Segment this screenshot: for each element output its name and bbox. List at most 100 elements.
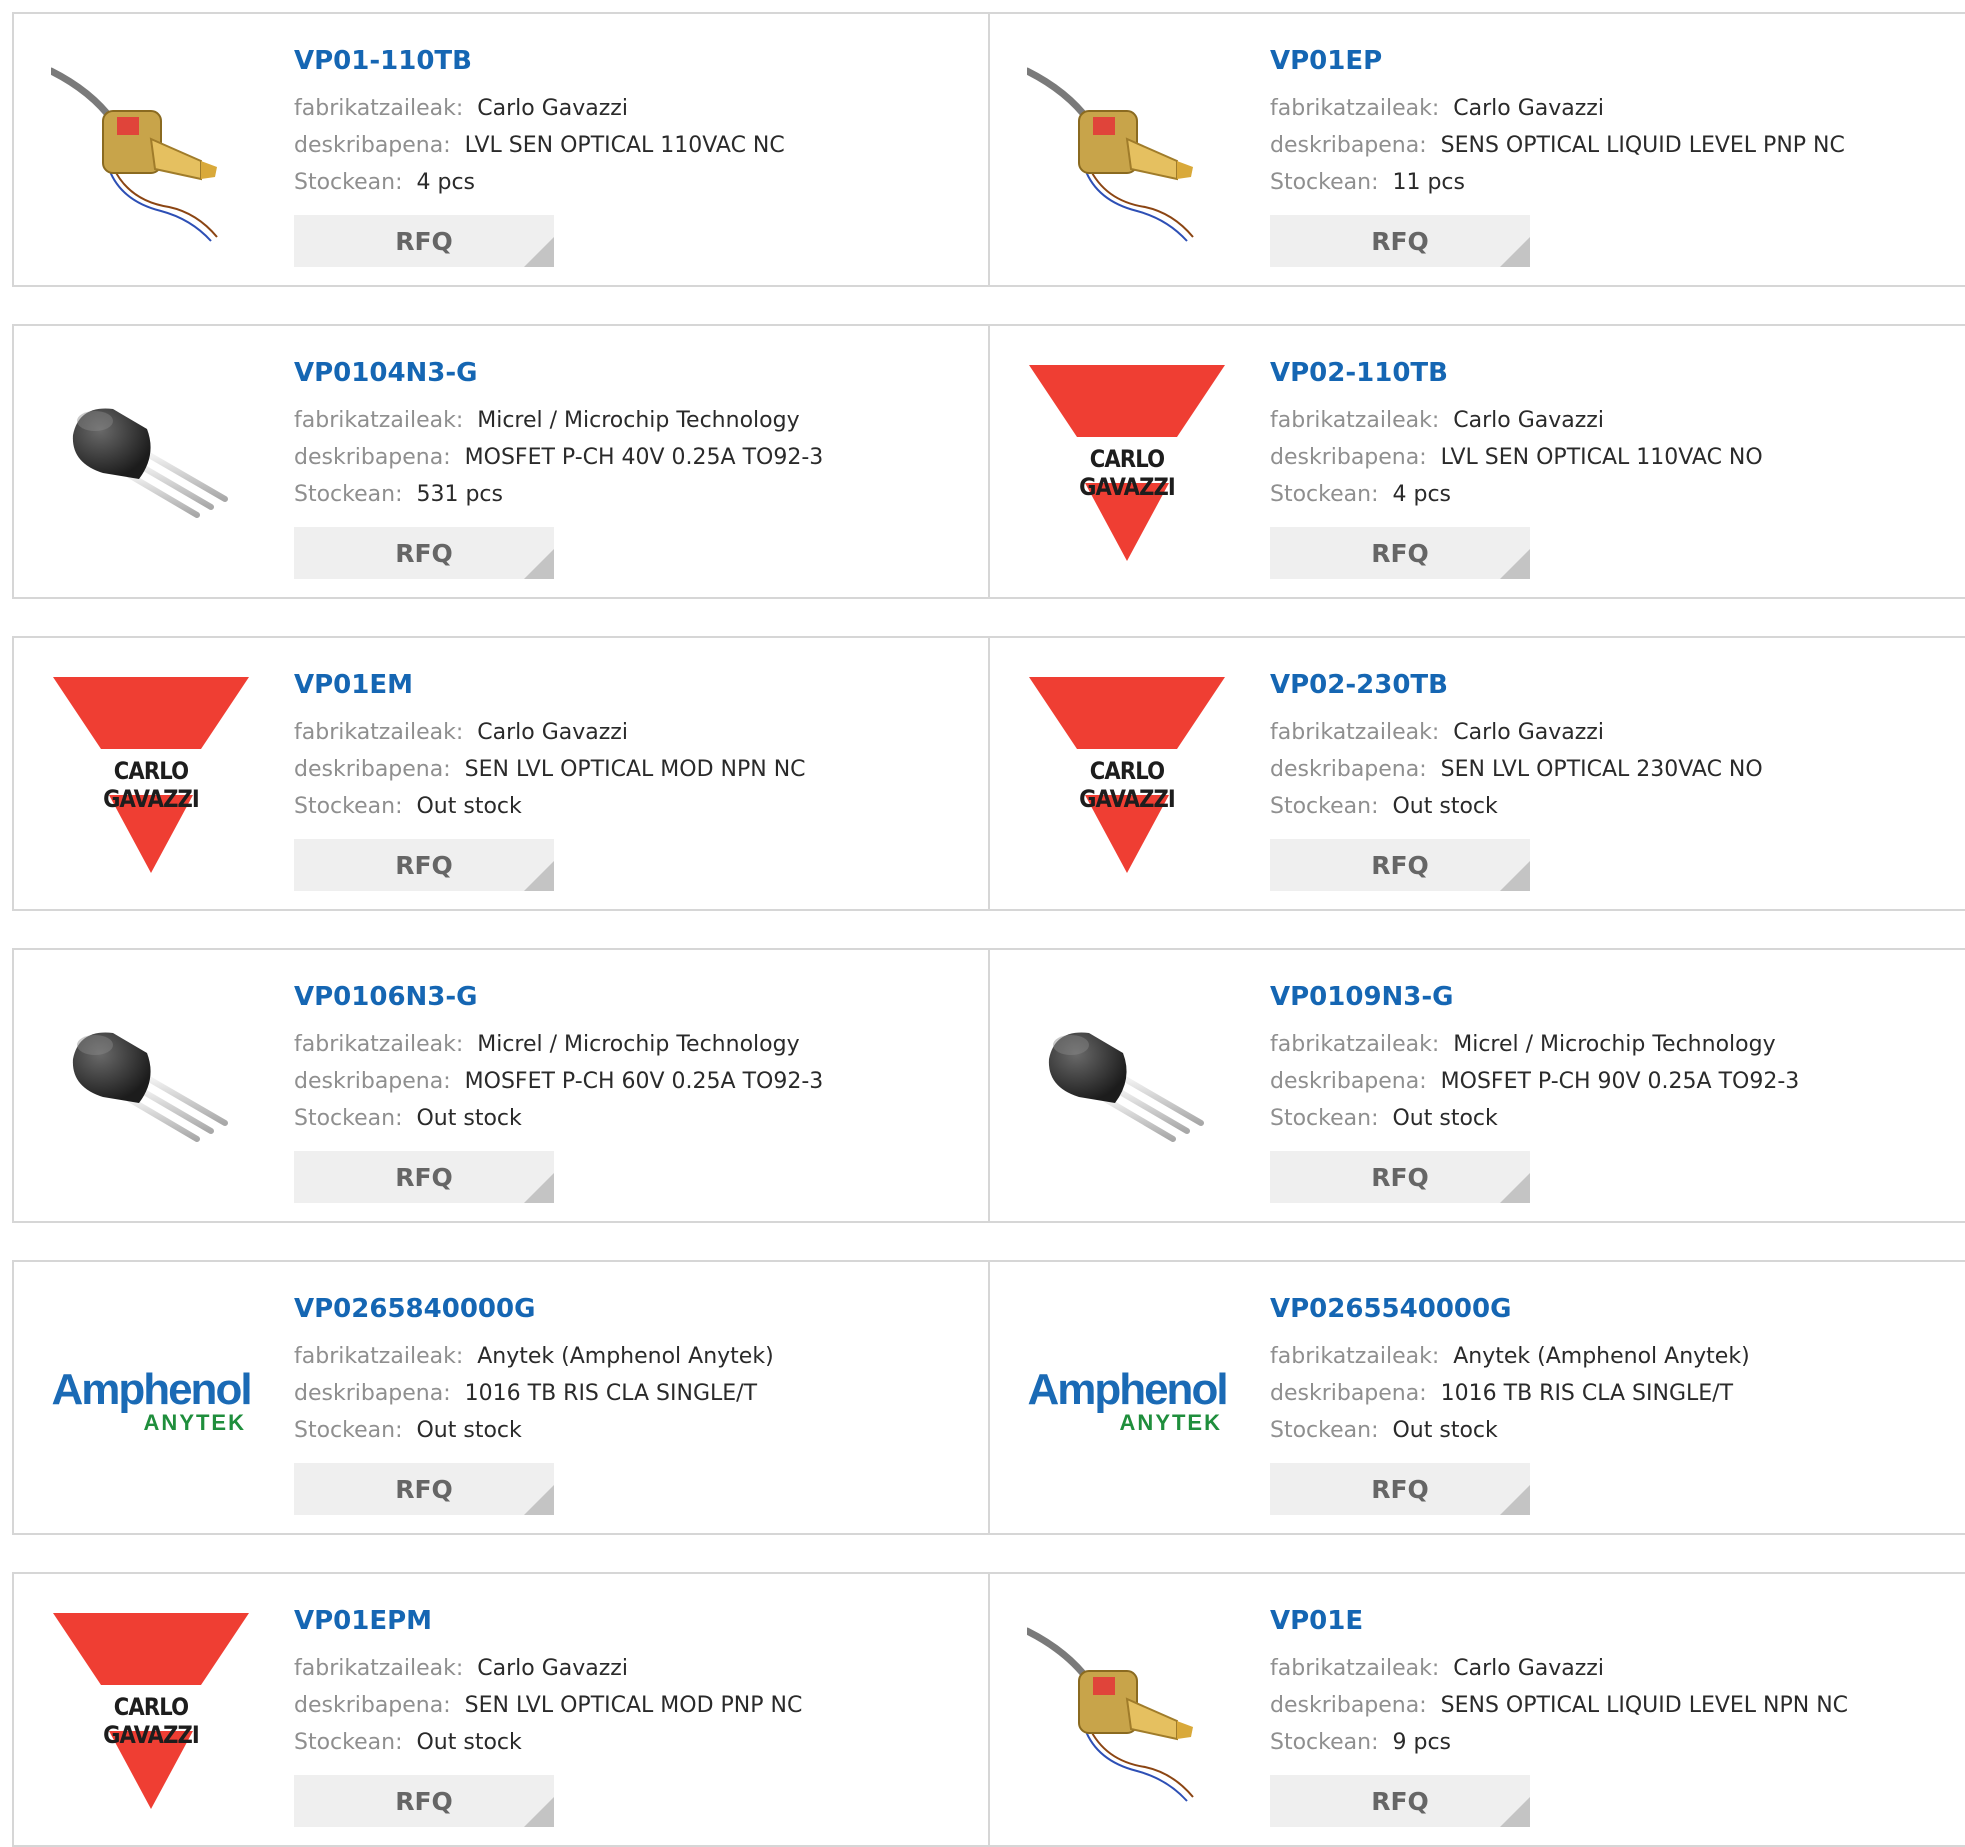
stock-value: 4 pcs [1392, 482, 1451, 507]
description-label: deskribapena: [1270, 1069, 1427, 1094]
part-number-link[interactable]: VP0104N3-G [294, 356, 823, 390]
product-image[interactable] [50, 988, 252, 1190]
part-number-link[interactable]: VP0265540000G [1270, 1292, 1750, 1326]
product-info: VP01EP fabrikatzaileak: Carlo Gavazzi deskr… [1270, 44, 1845, 201]
part-number-link[interactable]: VP02-110TB [1270, 356, 1763, 390]
part-number-link[interactable]: VP0265840000G [294, 1292, 774, 1326]
description-value: MOSFET P-CH 90V 0.25A TO92-3 [1440, 1069, 1800, 1094]
rfq-button[interactable]: RFQ [1270, 839, 1530, 891]
rfq-button[interactable]: RFQ [1270, 1463, 1530, 1515]
part-number-link[interactable]: VP02-230TB [1270, 668, 1763, 702]
part-number-link[interactable]: VP01EM [294, 668, 806, 702]
corner-triangle-icon [1500, 549, 1530, 579]
product-info: VP0265540000G fabrikatzaileak: Anytek (Amp… [1270, 1292, 1750, 1449]
product-info: VP01E fabrikatzaileak: Carlo Gavazzi deskri… [1270, 1604, 1848, 1761]
product-info: VP01-110TB fabrikatzaileak: Carlo Gavazzi d… [294, 44, 785, 201]
rfq-button[interactable]: RFQ [294, 215, 554, 267]
stock-label: Stockean: [1270, 794, 1379, 819]
manufacturer-row: fabrikatzaileak: Anytek (Amphenol Anytek) [294, 1338, 774, 1375]
corner-triangle-icon [1500, 1797, 1530, 1827]
product-image[interactable]: CARLO GAVAZZI [50, 676, 252, 878]
stock-row: Stockean: 9 pcs [1270, 1724, 1848, 1761]
product-card: CARLO GAVAZZI VP01EPM fabrikatzaileak: Carl… [12, 1572, 990, 1847]
rfq-button[interactable]: RFQ [1270, 215, 1530, 267]
rfq-label: RFQ [395, 1162, 453, 1192]
manufacturer-value: Carlo Gavazzi [1453, 96, 1604, 121]
stock-label: Stockean: [1270, 1418, 1379, 1443]
corner-triangle-icon [524, 1173, 554, 1203]
description-value: MOSFET P-CH 60V 0.25A TO92-3 [464, 1069, 824, 1094]
rfq-label: RFQ [395, 850, 453, 880]
part-number-link[interactable]: VP01EP [1270, 44, 1845, 78]
product-image[interactable]: CARLO GAVAZZI [50, 1612, 252, 1814]
stock-value: Out stock [416, 1730, 522, 1755]
description-row: deskribapena: SENS OPTICAL LIQUID LEVEL P… [1270, 127, 1845, 164]
stock-row: Stockean: 4 pcs [1270, 476, 1763, 513]
product-image[interactable] [1026, 52, 1228, 254]
part-number-link[interactable]: VP01E [1270, 1604, 1848, 1638]
description-row: deskribapena: SENS OPTICAL LIQUID LEVEL N… [1270, 1687, 1848, 1724]
corner-triangle-icon [524, 861, 554, 891]
rfq-button[interactable]: RFQ [294, 1775, 554, 1827]
description-value: 1016 TB RIS CLA SINGLE/T [1440, 1381, 1734, 1406]
manufacturer-value: Anytek (Amphenol Anytek) [1453, 1344, 1750, 1369]
rfq-button[interactable]: RFQ [294, 839, 554, 891]
product-card: CARLO GAVAZZI VP01EM fabrikatzaileak: Carlo… [12, 636, 990, 911]
stock-value: 531 pcs [416, 482, 503, 507]
manufacturer-label: fabrikatzaileak: [1270, 96, 1440, 121]
amphenol-anytek-logo: Amphenol ANYTEK [1027, 1365, 1228, 1435]
description-row: deskribapena: LVL SEN OPTICAL 110VAC NC [294, 127, 785, 164]
part-number-link[interactable]: VP0106N3-G [294, 980, 823, 1014]
product-card: Amphenol ANYTEK VP0265540000G fabrikatzaile… [990, 1260, 1965, 1535]
description-label: deskribapena: [1270, 133, 1427, 158]
corner-triangle-icon [1500, 1485, 1530, 1515]
description-label: deskribapena: [294, 133, 451, 158]
rfq-button[interactable]: RFQ [294, 527, 554, 579]
manufacturer-label: fabrikatzaileak: [1270, 1032, 1440, 1057]
description-row: deskribapena: SEN LVL OPTICAL 230VAC NO [1270, 751, 1763, 788]
rfq-button[interactable]: RFQ [1270, 1151, 1530, 1203]
part-number-link[interactable]: VP01-110TB [294, 44, 785, 78]
description-label: deskribapena: [294, 1693, 451, 1718]
manufacturer-value: Carlo Gavazzi [477, 1656, 628, 1681]
corner-triangle-icon [524, 1797, 554, 1827]
stock-label: Stockean: [1270, 1106, 1379, 1131]
manufacturer-label: fabrikatzaileak: [294, 1344, 464, 1369]
manufacturer-label: fabrikatzaileak: [294, 408, 464, 433]
product-info: VP02-110TB fabrikatzaileak: Carlo Gavazzi d… [1270, 356, 1763, 513]
rfq-button[interactable]: RFQ [1270, 527, 1530, 579]
product-image[interactable]: CARLO GAVAZZI [1026, 676, 1228, 878]
rfq-button[interactable]: RFQ [294, 1463, 554, 1515]
product-image[interactable] [50, 364, 252, 566]
product-info: VP01EPM fabrikatzaileak: Carlo Gavazzi desk… [294, 1604, 802, 1761]
rfq-button[interactable]: RFQ [1270, 1775, 1530, 1827]
product-image[interactable] [1026, 1612, 1228, 1814]
product-image[interactable]: CARLO GAVAZZI [1026, 364, 1228, 566]
transistor-icon [51, 988, 251, 1190]
product-image[interactable] [50, 52, 252, 254]
product-grid: VP01-110TB fabrikatzaileak: Carlo Gavazzi d… [12, 12, 1965, 1847]
stock-value: 11 pcs [1392, 170, 1465, 195]
stock-label: Stockean: [294, 1730, 403, 1755]
carlo-gavazzi-logo: CARLO GAVAZZI [51, 677, 251, 877]
part-number-link[interactable]: VP0109N3-G [1270, 980, 1799, 1014]
corner-triangle-icon [524, 237, 554, 267]
part-number-link[interactable]: VP01EPM [294, 1604, 802, 1638]
description-value: 1016 TB RIS CLA SINGLE/T [464, 1381, 758, 1406]
description-row: deskribapena: MOSFET P-CH 90V 0.25A TO92-… [1270, 1063, 1799, 1100]
product-card: VP0104N3-G fabrikatzaileak: Micrel / Micro… [12, 324, 990, 599]
product-image[interactable]: Amphenol ANYTEK [1026, 1300, 1228, 1502]
stock-label: Stockean: [294, 1106, 403, 1131]
product-info: VP0265840000G fabrikatzaileak: Anytek (Amp… [294, 1292, 774, 1449]
product-image[interactable]: Amphenol ANYTEK [50, 1300, 252, 1502]
manufacturer-label: fabrikatzaileak: [294, 96, 464, 121]
manufacturer-label: fabrikatzaileak: [1270, 720, 1440, 745]
manufacturer-row: fabrikatzaileak: Carlo Gavazzi [1270, 714, 1763, 751]
rfq-button[interactable]: RFQ [294, 1151, 554, 1203]
product-image[interactable] [1026, 988, 1228, 1190]
stock-value: Out stock [416, 1106, 522, 1131]
manufacturer-value: Micrel / Microchip Technology [477, 408, 800, 433]
stock-label: Stockean: [1270, 1730, 1379, 1755]
stock-row: Stockean: Out stock [294, 1100, 823, 1137]
description-label: deskribapena: [294, 1069, 451, 1094]
